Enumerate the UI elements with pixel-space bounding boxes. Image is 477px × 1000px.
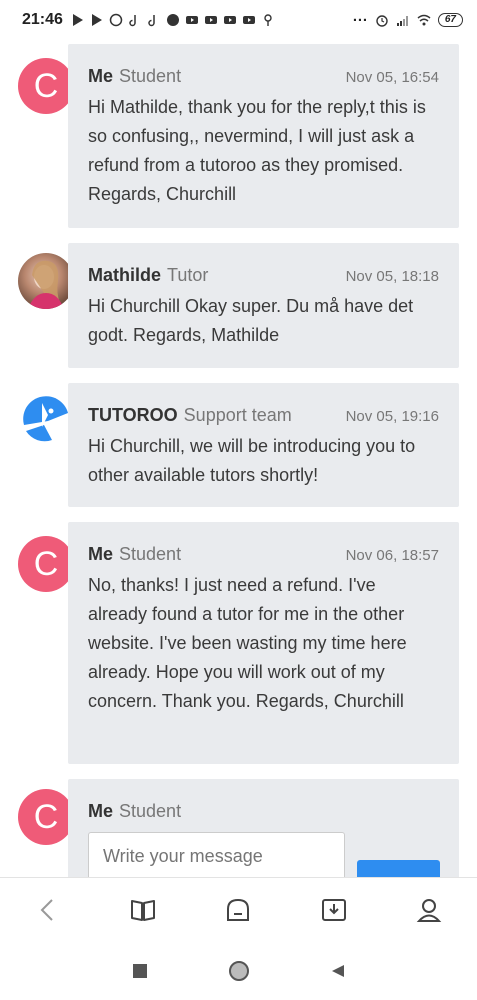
alarm-icon — [375, 13, 389, 27]
square-icon — [132, 963, 147, 978]
play-icon — [90, 13, 104, 27]
tiktok-icon — [147, 13, 161, 27]
more-icon: ··· — [352, 11, 368, 29]
recents-button[interactable] — [128, 959, 152, 983]
battery-indicator: 67 — [437, 13, 463, 27]
message-bubble: Mathilde Tutor Nov 05, 18:18 Hi Churchil… — [68, 243, 459, 368]
bottom-nav — [0, 877, 477, 941]
avatar: C — [18, 536, 74, 592]
user-icon — [416, 898, 442, 922]
sender-role: Student — [119, 801, 182, 821]
message-date: Nov 05, 16:54 — [345, 69, 439, 86]
message-text: Hi Churchill, we will be introducing you… — [88, 436, 416, 485]
home-icon — [227, 898, 250, 921]
sender-name: Me — [88, 66, 114, 86]
message-input[interactable] — [88, 832, 345, 880]
home-system-button[interactable] — [227, 959, 251, 983]
sender-role: Student — [119, 66, 182, 86]
inbox-download-icon — [321, 898, 346, 921]
avatar: C — [18, 789, 74, 845]
avatar: C — [18, 58, 74, 114]
sender-name: Mathilde — [88, 265, 162, 285]
avatar — [18, 253, 74, 309]
triangle-back-icon — [331, 964, 344, 977]
back-system-button[interactable] — [326, 959, 350, 983]
wifi-icon — [417, 13, 431, 27]
status-time: 21:46 — [22, 11, 63, 28]
whatsapp-icon — [109, 13, 123, 27]
youtube-icon — [223, 13, 237, 27]
message-bubble: Me Student Nov 06, 18:57 No, thanks! I j… — [68, 522, 459, 764]
nav-inbox[interactable] — [314, 890, 354, 930]
sender-role: Tutor — [167, 265, 209, 285]
tutoroo-logo-icon — [23, 396, 68, 442]
nav-profile[interactable] — [409, 890, 449, 930]
tutor-photo-icon — [28, 260, 64, 309]
message-date: Nov 06, 18:57 — [345, 547, 439, 564]
play-icon — [71, 13, 85, 27]
youtube-icon — [185, 13, 199, 27]
youtube-icon — [242, 13, 256, 27]
message-date: Nov 05, 19:16 — [345, 408, 439, 425]
avatar — [18, 391, 74, 447]
sender-role: Support team — [183, 405, 292, 425]
message-text: Hi Churchill Okay super. Du må have det … — [88, 296, 414, 345]
nav-lessons[interactable] — [123, 890, 163, 930]
messenger-icon — [166, 13, 180, 27]
youtube-icon — [204, 13, 218, 27]
system-nav-bar — [0, 941, 477, 1000]
nav-home[interactable] — [218, 890, 258, 930]
notification-icons — [71, 13, 275, 27]
signal-icon — [396, 13, 410, 27]
message-bubble: TUTOROO Support team Nov 05, 19:16 Hi Ch… — [68, 383, 459, 507]
location-icon — [261, 13, 275, 27]
status-bar: 21:46 ··· 67 — [0, 0, 477, 40]
tiktok-icon — [128, 13, 142, 27]
circle-icon — [228, 960, 249, 981]
chevron-left-icon — [40, 898, 53, 921]
message-text: No, thanks! I just need a refund. I've a… — [88, 575, 407, 711]
back-button[interactable] — [28, 890, 68, 930]
sender-role: Student — [119, 544, 182, 564]
sender-name: TUTOROO — [88, 405, 178, 425]
message-date: Nov 05, 18:18 — [345, 268, 439, 285]
message-bubble: Me Student Nov 05, 16:54 Hi Mathilde, th… — [68, 44, 459, 228]
sender-name: Me — [88, 801, 114, 821]
sender-name: Me — [88, 544, 114, 564]
message-text: Hi Mathilde, thank you for the reply,t t… — [88, 97, 426, 204]
book-icon — [131, 899, 156, 921]
